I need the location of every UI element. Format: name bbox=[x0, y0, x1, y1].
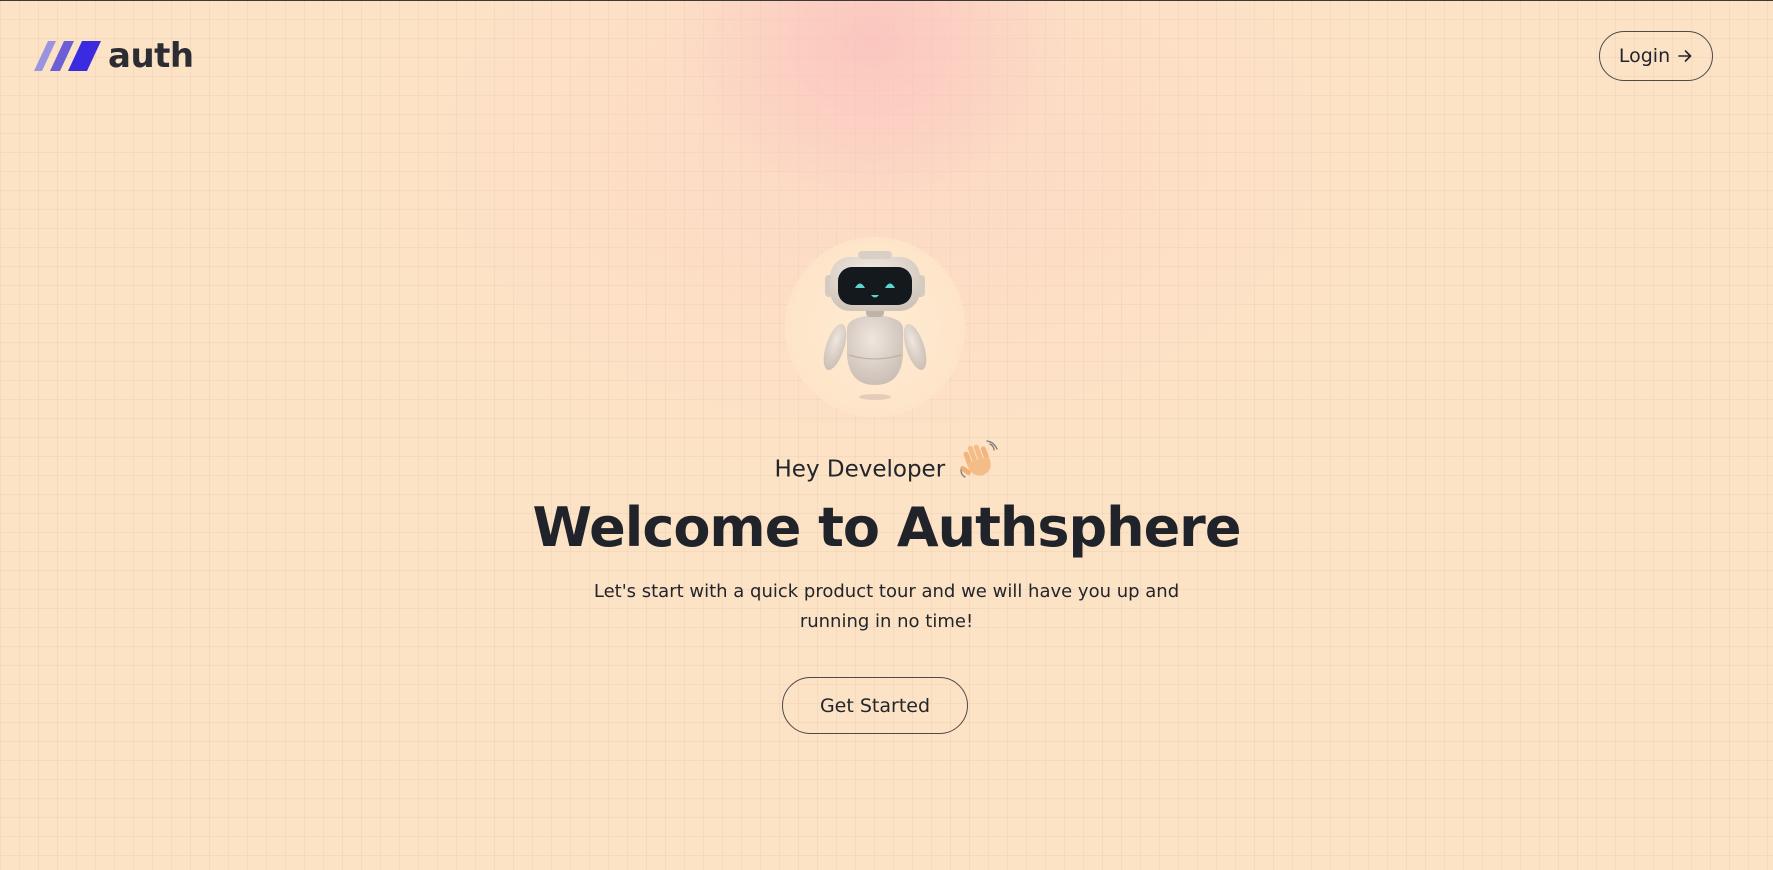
robot-avatar bbox=[785, 237, 965, 417]
brand-logo[interactable]: auth bbox=[34, 36, 194, 76]
get-started-button[interactable]: Get Started bbox=[782, 677, 968, 734]
hero-subtitle: Let's start with a quick product tour an… bbox=[593, 581, 1180, 632]
login-label: Login bbox=[1618, 45, 1671, 67]
login-button[interactable]: Login bbox=[1599, 31, 1713, 81]
background-glow bbox=[0, 0, 1773, 870]
greeting: Hey Developer bbox=[0, 440, 1773, 492]
brand-name: auth bbox=[108, 36, 194, 76]
robot-mascot-icon bbox=[823, 251, 927, 400]
slanted-bars-logo-icon bbox=[34, 41, 101, 71]
arrow-right-icon bbox=[1678, 50, 1692, 62]
get-started-label: Get Started bbox=[819, 694, 931, 717]
waving-hand-icon bbox=[958, 440, 999, 492]
page-title: Welcome to Authsphere bbox=[532, 496, 1242, 559]
top-border bbox=[0, 0, 1773, 1]
greeting-text: Hey Developer bbox=[774, 456, 946, 483]
